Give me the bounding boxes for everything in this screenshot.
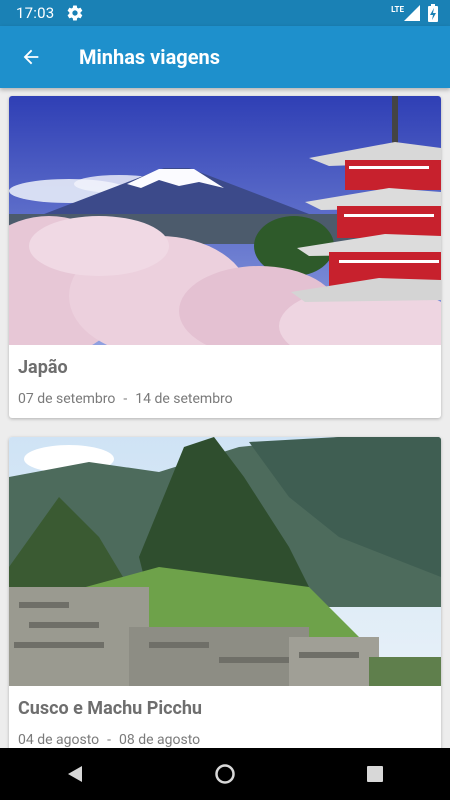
nav-recents-button[interactable] — [345, 754, 405, 794]
trip-dates: 07 de setembro - 14 de setembro — [18, 391, 441, 407]
trip-list[interactable]: Japão 07 de setembro - 14 de setembro Cu… — [0, 88, 450, 748]
trip-card-cusco-machu-picchu[interactable]: Cusco e Machu Picchu 04 de agosto - 08 d… — [9, 437, 441, 748]
trip-start-date: 04 de agosto — [18, 732, 100, 748]
recents-square-icon — [367, 766, 383, 782]
trip-image-japao — [9, 96, 441, 345]
network-type-label: LTE — [391, 4, 404, 14]
arrow-back-icon — [23, 49, 39, 65]
back-triangle-icon — [68, 766, 82, 782]
date-separator: - — [123, 391, 128, 407]
trip-end-date: 08 de agosto — [119, 732, 201, 748]
nav-back-button[interactable] — [45, 754, 105, 794]
trip-dates: 04 de agosto - 08 de agosto — [18, 732, 441, 748]
status-bar: 17:03 LTE — [0, 0, 450, 26]
system-nav-bar — [0, 748, 450, 800]
back-button[interactable] — [3, 29, 59, 85]
status-time: 17:03 — [16, 4, 55, 22]
trip-end-date: 14 de setembro — [135, 391, 233, 407]
gear-icon — [67, 5, 83, 21]
app-bar: Minhas viagens — [0, 26, 450, 88]
status-icons: LTE — [391, 4, 438, 22]
home-circle-icon — [215, 764, 235, 784]
battery-charging-icon — [428, 4, 438, 22]
nav-home-button[interactable] — [195, 754, 255, 794]
trip-image-machu-picchu — [9, 437, 441, 686]
signal-icon — [404, 5, 420, 21]
trip-title: Cusco e Machu Picchu — [18, 698, 202, 719]
trip-card-japao[interactable]: Japão 07 de setembro - 14 de setembro — [9, 96, 441, 418]
trip-start-date: 07 de setembro — [18, 391, 116, 407]
page-title: Minhas viagens — [79, 45, 220, 69]
date-separator: - — [107, 732, 111, 748]
trip-title: Japão — [18, 357, 68, 378]
